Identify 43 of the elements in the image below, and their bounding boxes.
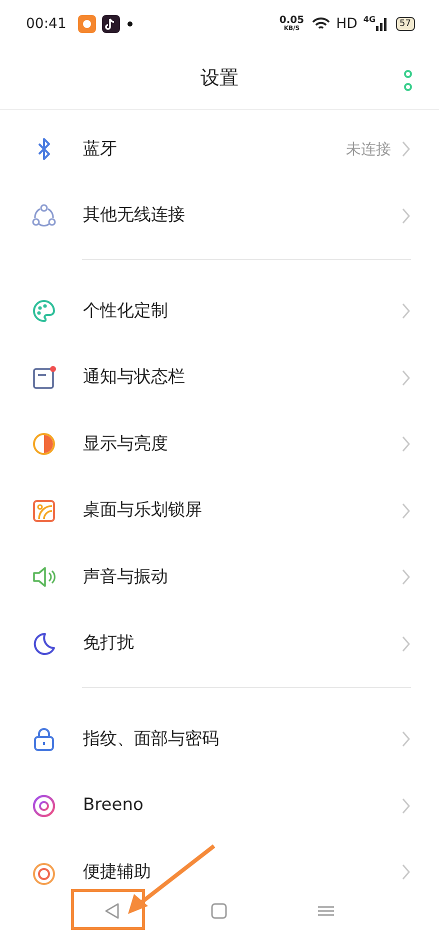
chevron-icon [401,302,411,320]
chevron-icon [401,502,411,520]
chevron-icon [401,796,411,815]
network-type: 4G [363,14,376,26]
app-icon [78,15,96,33]
item-label: 显示与亮度 [83,432,169,456]
item-label: 桌面与乐划锁屏 [83,499,203,522]
item-label: 声音与振动 [83,566,169,588]
wifi-icon [312,17,330,31]
battery-indicator: 57 [396,17,415,31]
item-label: 指纹、面部与密码 [83,728,220,750]
moon-icon [31,630,57,657]
connection-icon [31,202,57,229]
chevron-icon [401,863,411,882]
ring-icon [31,792,57,819]
notification-dot [127,21,134,27]
chevron-icon [401,634,411,653]
network-speed: 0.05 [279,16,304,26]
chevron-icon [401,206,411,225]
more-options-icon[interactable] [403,70,413,92]
wallpaper-icon [31,498,57,524]
item-status: 未连接 [346,139,391,160]
lock-icon [31,726,57,752]
page-title: 设置 [200,66,238,92]
app-icon [102,15,120,33]
hd-label: HD [336,14,358,34]
signal-icon [376,17,388,31]
item-label: 个性化定制 [83,300,169,322]
item-label: 通知与状态栏 [83,366,186,389]
item-label: 蓝牙 [83,138,118,160]
chevron-icon [401,368,411,387]
item-label: Breeno [83,794,144,817]
palette-icon [31,298,57,324]
notification-icon [31,364,57,391]
chevron-icon [401,730,411,748]
item-label: 其他无线连接 [83,204,186,227]
chevron-icon [401,435,411,454]
chevron-icon [401,140,411,158]
brightness-icon [31,431,57,458]
chevron-icon [401,568,411,586]
item-label: 便捷辅助 [83,860,152,884]
item-label: 免打扰 [83,632,135,655]
clock: 00:41 [26,14,66,34]
